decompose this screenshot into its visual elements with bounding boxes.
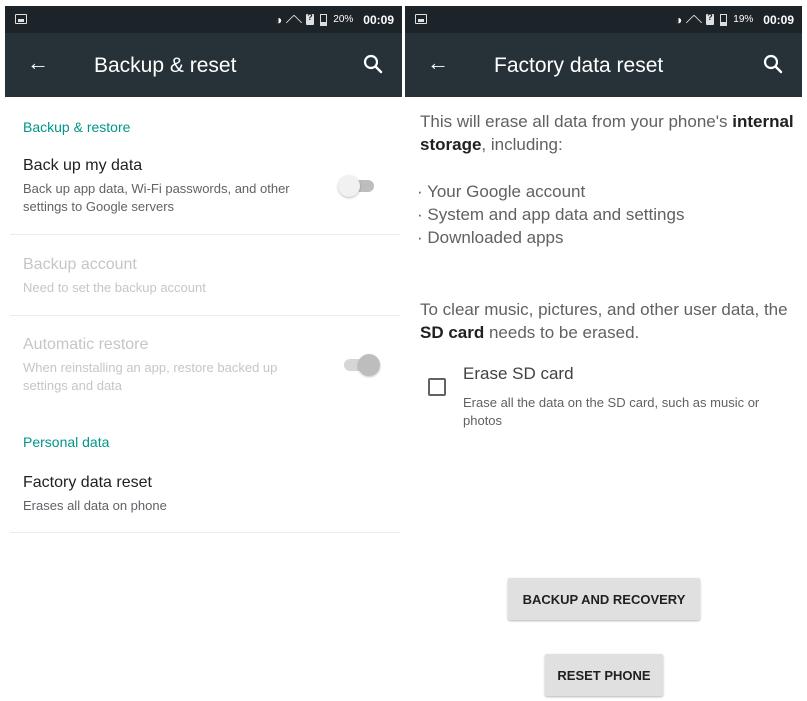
clock: 00:09 [763, 12, 794, 27]
factory-data-reset-screen: ◑ 19% 00:09 ← Factory data reset This wi… [405, 6, 802, 701]
sim-icon [706, 12, 715, 25]
sd-text: To clear music, pictures, and other user… [420, 300, 788, 319]
divider [10, 315, 400, 316]
status-bar: ◑ 20% 00:09 [5, 6, 402, 33]
arrow-back-icon[interactable]: ← [27, 52, 49, 74]
status-bar: ◑ 19% 00:09 [405, 6, 802, 33]
search-icon[interactable] [362, 53, 384, 75]
erase-description: This will erase all data from your phone… [420, 110, 795, 156]
app-bar: ← Backup & reset [5, 33, 402, 97]
item-subtitle: Need to set the backup account [23, 280, 206, 295]
app-bar: ← Factory data reset [405, 33, 802, 97]
battery-icon [320, 13, 328, 26]
bullet-item: · System and app data and settings [417, 205, 685, 224]
clock: 00:09 [363, 12, 394, 27]
arrow-back-icon[interactable]: ← [427, 52, 449, 74]
backup-reset-screen: ◑ 20% 00:09 ← Backup & reset Backup & re… [5, 6, 402, 701]
bullet-item: · Your Google account [417, 182, 586, 201]
battery-percent: 20% [333, 14, 354, 25]
item-title: Factory data reset [23, 474, 152, 491]
item-subtitle: Erases all data on phone [23, 498, 167, 513]
sim-icon [306, 12, 315, 25]
intro-text: This will erase all data from your phone… [420, 112, 728, 131]
item-title: Backup account [23, 256, 137, 273]
sd-card-label: SD card [420, 323, 485, 342]
notification-icon [15, 14, 27, 24]
vibrate-icon: ◑ [675, 12, 683, 27]
backup-and-recovery-button[interactable]: BACKUP AND RECOVERY [508, 578, 700, 620]
bullet-item: · Downloaded apps [417, 228, 564, 247]
erase-sd-card-subtitle: Erase all the data on the SD card, such … [463, 395, 760, 428]
section-header-personal-data: Personal data [23, 434, 110, 450]
search-icon[interactable] [762, 53, 784, 75]
battery-percent: 19% [733, 14, 754, 25]
item-title: Automatic restore [23, 336, 149, 353]
erase-sd-card-checkbox[interactable] [428, 378, 446, 396]
sd-card-description: To clear music, pictures, and other user… [420, 298, 795, 344]
page-title: Backup & reset [94, 54, 237, 77]
item-subtitle: Back up app data, Wi-Fi passwords, and o… [23, 181, 290, 214]
sd-suffix: needs to be erased. [484, 323, 640, 342]
section-header-backup-restore: Backup & restore [23, 119, 131, 135]
reset-phone-button[interactable]: RESET PHONE [545, 654, 663, 696]
battery-icon [720, 13, 728, 26]
divider [10, 532, 400, 533]
page-title: Factory data reset [494, 54, 664, 77]
backup-toggle-switch[interactable] [338, 173, 378, 197]
intro-suffix: , including: [481, 135, 563, 154]
item-title: Back up my data [23, 157, 143, 174]
wifi-icon [685, 13, 703, 31]
item-subtitle: When reinstalling an app, restore backed… [23, 360, 278, 393]
divider [10, 234, 400, 235]
vibrate-icon: ◑ [275, 12, 283, 27]
erase-sd-card-title: Erase SD card [463, 364, 574, 383]
automatic-restore-toggle-switch [340, 352, 380, 376]
wifi-icon [285, 13, 303, 31]
notification-icon [415, 14, 427, 24]
